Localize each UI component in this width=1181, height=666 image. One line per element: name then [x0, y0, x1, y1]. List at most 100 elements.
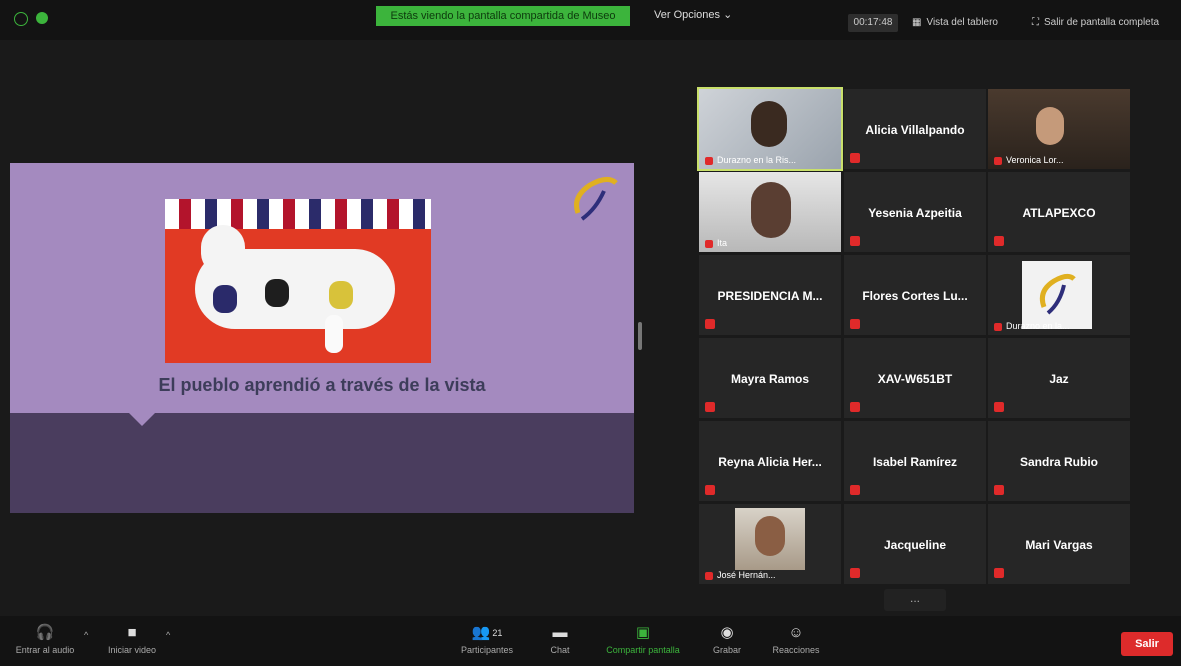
participant-name: Durazno en la Ris...: [717, 155, 797, 165]
participant-tile[interactable]: Alicia Villalpando: [844, 89, 986, 169]
mic-muted-icon: [850, 402, 860, 412]
participant-tile[interactable]: ATLAPEXCO: [988, 172, 1130, 252]
start-video-label: Iniciar video: [107, 645, 157, 655]
mic-muted-icon: [705, 319, 715, 329]
leave-meeting-button[interactable]: Salir: [1121, 632, 1173, 656]
join-audio-label: Entrar al audio: [15, 645, 75, 655]
mic-muted-icon: [705, 239, 713, 248]
participants-button[interactable]: 👥 21 Participantes: [452, 624, 522, 655]
participant-tile[interactable]: Reyna Alicia Her...: [699, 421, 841, 501]
participant-tile[interactable]: Veronica Lor...: [988, 89, 1130, 169]
participant-name: Isabel Ramírez: [872, 455, 958, 469]
headphones-icon: 🎧: [35, 624, 55, 641]
participant-tile[interactable]: Yesenia Azpeitia: [844, 172, 986, 252]
participant-video-face: [755, 516, 785, 556]
share-screen-button[interactable]: ▣ Compartir pantalla: [596, 624, 690, 655]
view-options-button[interactable]: Ver Opciones ⌄: [654, 8, 732, 21]
mic-muted-icon: [705, 156, 713, 165]
participant-tile[interactable]: Mayra Ramos: [699, 338, 841, 418]
participant-tile[interactable]: Jacqueline: [844, 504, 986, 584]
participant-name: José Hernán...: [717, 570, 776, 580]
illustration-sculpture-head: [201, 225, 245, 275]
participant-video-face: [751, 182, 791, 238]
exit-fullscreen-button[interactable]: ⛶ Salir de pantalla completa: [1032, 14, 1159, 32]
participant-label: Durazno en la...: [994, 321, 1070, 331]
participant-name: Durazno en la...: [1006, 321, 1070, 331]
participant-label: Ita: [705, 238, 727, 248]
record-button[interactable]: ◉ Grabar: [704, 624, 750, 655]
participant-tile[interactable]: Durazno en la...: [988, 255, 1130, 335]
reactions-label: Reacciones: [772, 645, 820, 655]
mic-muted-icon: [994, 485, 1004, 495]
participant-name: Alicia Villalpando: [865, 123, 965, 137]
meeting-top-bar: Estás viendo la pantalla compartida de M…: [0, 0, 1181, 40]
participant-name: Jaz: [1049, 372, 1069, 386]
mic-muted-icon: [994, 156, 1002, 165]
mic-muted-icon: [850, 153, 860, 163]
participant-tile[interactable]: Ita: [699, 172, 841, 252]
participant-tile[interactable]: Mari Vargas: [988, 504, 1130, 584]
chat-icon: ▬: [552, 624, 568, 641]
participant-video-face: [1036, 107, 1064, 145]
mic-muted-icon: [850, 485, 860, 495]
participant-name: XAV-W651BT: [877, 372, 953, 386]
meeting-controls-bar: 🎧 Entrar al audio ^ ■ Iniciar video ^ 👥 21 P…: [0, 616, 1181, 666]
more-participants-button[interactable]: ...: [884, 589, 946, 611]
camera-off-icon: ■: [127, 624, 137, 641]
participants-count: 21: [492, 628, 503, 638]
participant-name: ATLAPEXCO: [1022, 206, 1096, 220]
encryption-shield-icon[interactable]: [36, 12, 48, 24]
participant-tile[interactable]: Flores Cortes Lu...: [844, 255, 986, 335]
meeting-timer: 00:17:48: [848, 14, 898, 32]
grid-icon: ▦: [912, 17, 922, 28]
slide-caption: El pueblo aprendió a través de la vista: [158, 375, 486, 395]
participant-label: Veronica Lor...: [994, 155, 1064, 165]
mic-muted-icon: [705, 571, 713, 580]
slide-illustration: [165, 199, 431, 363]
participant-name: Veronica Lor...: [1006, 155, 1064, 165]
participant-tile[interactable]: Jaz: [988, 338, 1130, 418]
mic-muted-icon: [705, 485, 715, 495]
participant-name: Mayra Ramos: [730, 372, 810, 386]
participant-label: Durazno en la Ris...: [705, 155, 796, 165]
start-video-button[interactable]: ■ Iniciar video: [100, 624, 164, 655]
mic-muted-icon: [705, 402, 715, 412]
slide-pointer: [128, 412, 156, 426]
illustration-artwork: [265, 279, 289, 307]
screen-share-banner: Estás viendo la pantalla compartida de M…: [376, 6, 630, 26]
tile-view-label: Vista del tablero: [926, 17, 998, 28]
chat-button[interactable]: ▬ Chat: [536, 624, 584, 655]
participant-tile[interactable]: José Hernán...: [699, 504, 841, 584]
mic-muted-icon: [850, 236, 860, 246]
participant-tile[interactable]: Sandra Rubio: [988, 421, 1130, 501]
exit-fullscreen-label: Salir de pantalla completa: [1044, 17, 1160, 28]
participant-tile[interactable]: PRESIDENCIA M...: [699, 255, 841, 335]
participant-tile[interactable]: XAV-W651BT: [844, 338, 986, 418]
participant-tile[interactable]: Isabel Ramírez: [844, 421, 986, 501]
slide-content: El pueblo aprendió a través de la vista: [10, 163, 634, 413]
participant-tile[interactable]: Durazno en la Ris...: [697, 87, 843, 171]
record-label: Grabar: [712, 645, 741, 655]
museum-logo-icon: [574, 177, 618, 221]
participant-name: Jacqueline: [883, 538, 947, 552]
shared-screen: El pueblo aprendió a través de la vista: [10, 163, 634, 513]
participant-video-face: [751, 101, 787, 147]
exit-fullscreen-icon: ⛶: [1032, 17, 1039, 28]
reactions-button[interactable]: ☺ Reacciones: [764, 624, 828, 655]
panel-resize-handle[interactable]: [638, 322, 642, 350]
participant-name: Mari Vargas: [1025, 538, 1093, 552]
mic-muted-icon: [994, 402, 1004, 412]
record-icon: ◉: [720, 624, 734, 641]
mic-muted-icon: [994, 568, 1004, 578]
illustration-figure: [325, 315, 343, 353]
participant-name: Sandra Rubio: [1019, 455, 1098, 469]
illustration-frieze: [165, 199, 431, 229]
participant-name: Reyna Alicia Her...: [718, 455, 822, 469]
share-screen-label: Compartir pantalla: [606, 645, 680, 655]
join-audio-button[interactable]: 🎧 Entrar al audio: [10, 624, 80, 655]
tile-view-button[interactable]: ▦ Vista del tablero: [912, 14, 998, 32]
share-screen-icon: ▣: [635, 624, 651, 641]
meeting-info-icon[interactable]: [14, 12, 28, 26]
audio-options-chevron-icon[interactable]: ^: [84, 630, 88, 640]
video-options-chevron-icon[interactable]: ^: [166, 630, 170, 640]
